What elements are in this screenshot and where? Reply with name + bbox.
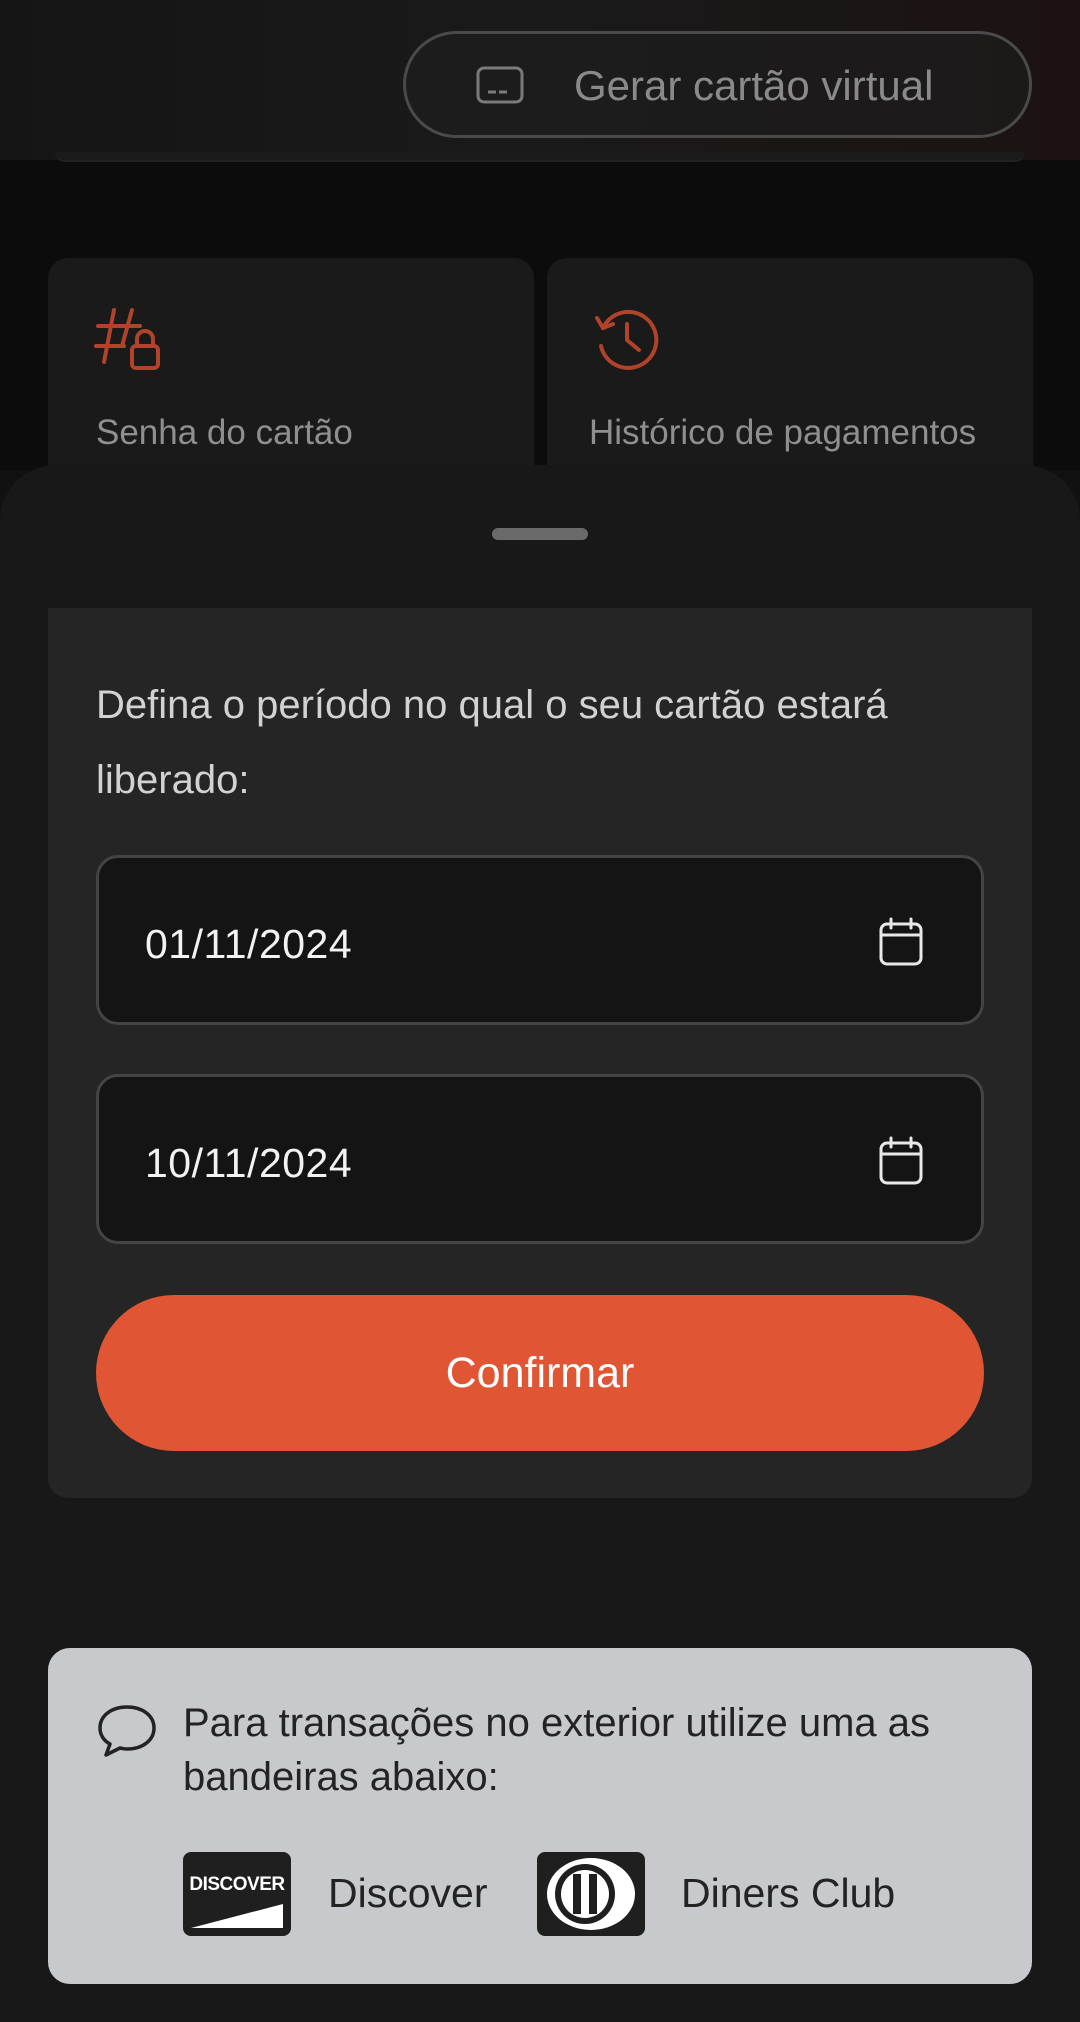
chat-bubble-icon — [98, 1705, 156, 1757]
start-date-field[interactable]: 01/11/2024 — [96, 855, 984, 1025]
diners-club-logo — [537, 1852, 645, 1936]
diners-club-label: Diners Club — [681, 1870, 896, 1916]
history-icon — [595, 309, 659, 370]
end-date-field[interactable]: 10/11/2024 — [96, 1074, 984, 1244]
period-bottom-sheet: Defina o período no qual o seu cartão es… — [0, 465, 1080, 2022]
calendar-icon[interactable] — [878, 917, 924, 967]
discover-logo: DISCOVER — [183, 1852, 291, 1936]
calendar-icon[interactable] — [878, 1136, 924, 1186]
generate-virtual-card-button[interactable]: Gerar cartão virtual — [403, 31, 1032, 138]
background-page: Gerar cartão virtual Senha do cartão His… — [0, 0, 1080, 488]
sheet-drag-handle[interactable] — [492, 528, 588, 540]
international-info-card: Para transações no exterior utilize uma … — [48, 1648, 1032, 1984]
discover-label: Discover — [328, 1870, 488, 1916]
card-icon — [476, 66, 524, 104]
payment-history-label: Histórico de pagamentos — [589, 413, 977, 452]
hash-lock-icon — [94, 308, 160, 370]
period-prompt: Defina o período no qual o seu cartão es… — [96, 683, 888, 802]
card-password-tile[interactable]: Senha do cartão — [48, 258, 534, 488]
confirm-button[interactable]: Confirmar — [96, 1295, 984, 1451]
svg-text:DISCOVER: DISCOVER — [189, 1874, 285, 1895]
generate-virtual-card-label: Gerar cartão virtual — [574, 62, 934, 109]
card-panel-edge — [55, 152, 1025, 162]
end-date-value: 10/11/2024 — [145, 1140, 353, 1186]
international-message: Para transações no exterior utilize uma … — [183, 1701, 931, 1799]
period-card: Defina o período no qual o seu cartão es… — [48, 608, 1032, 1498]
start-date-value: 01/11/2024 — [145, 921, 353, 967]
payment-history-tile[interactable]: Histórico de pagamentos — [547, 258, 1033, 488]
card-password-label: Senha do cartão — [96, 413, 353, 452]
